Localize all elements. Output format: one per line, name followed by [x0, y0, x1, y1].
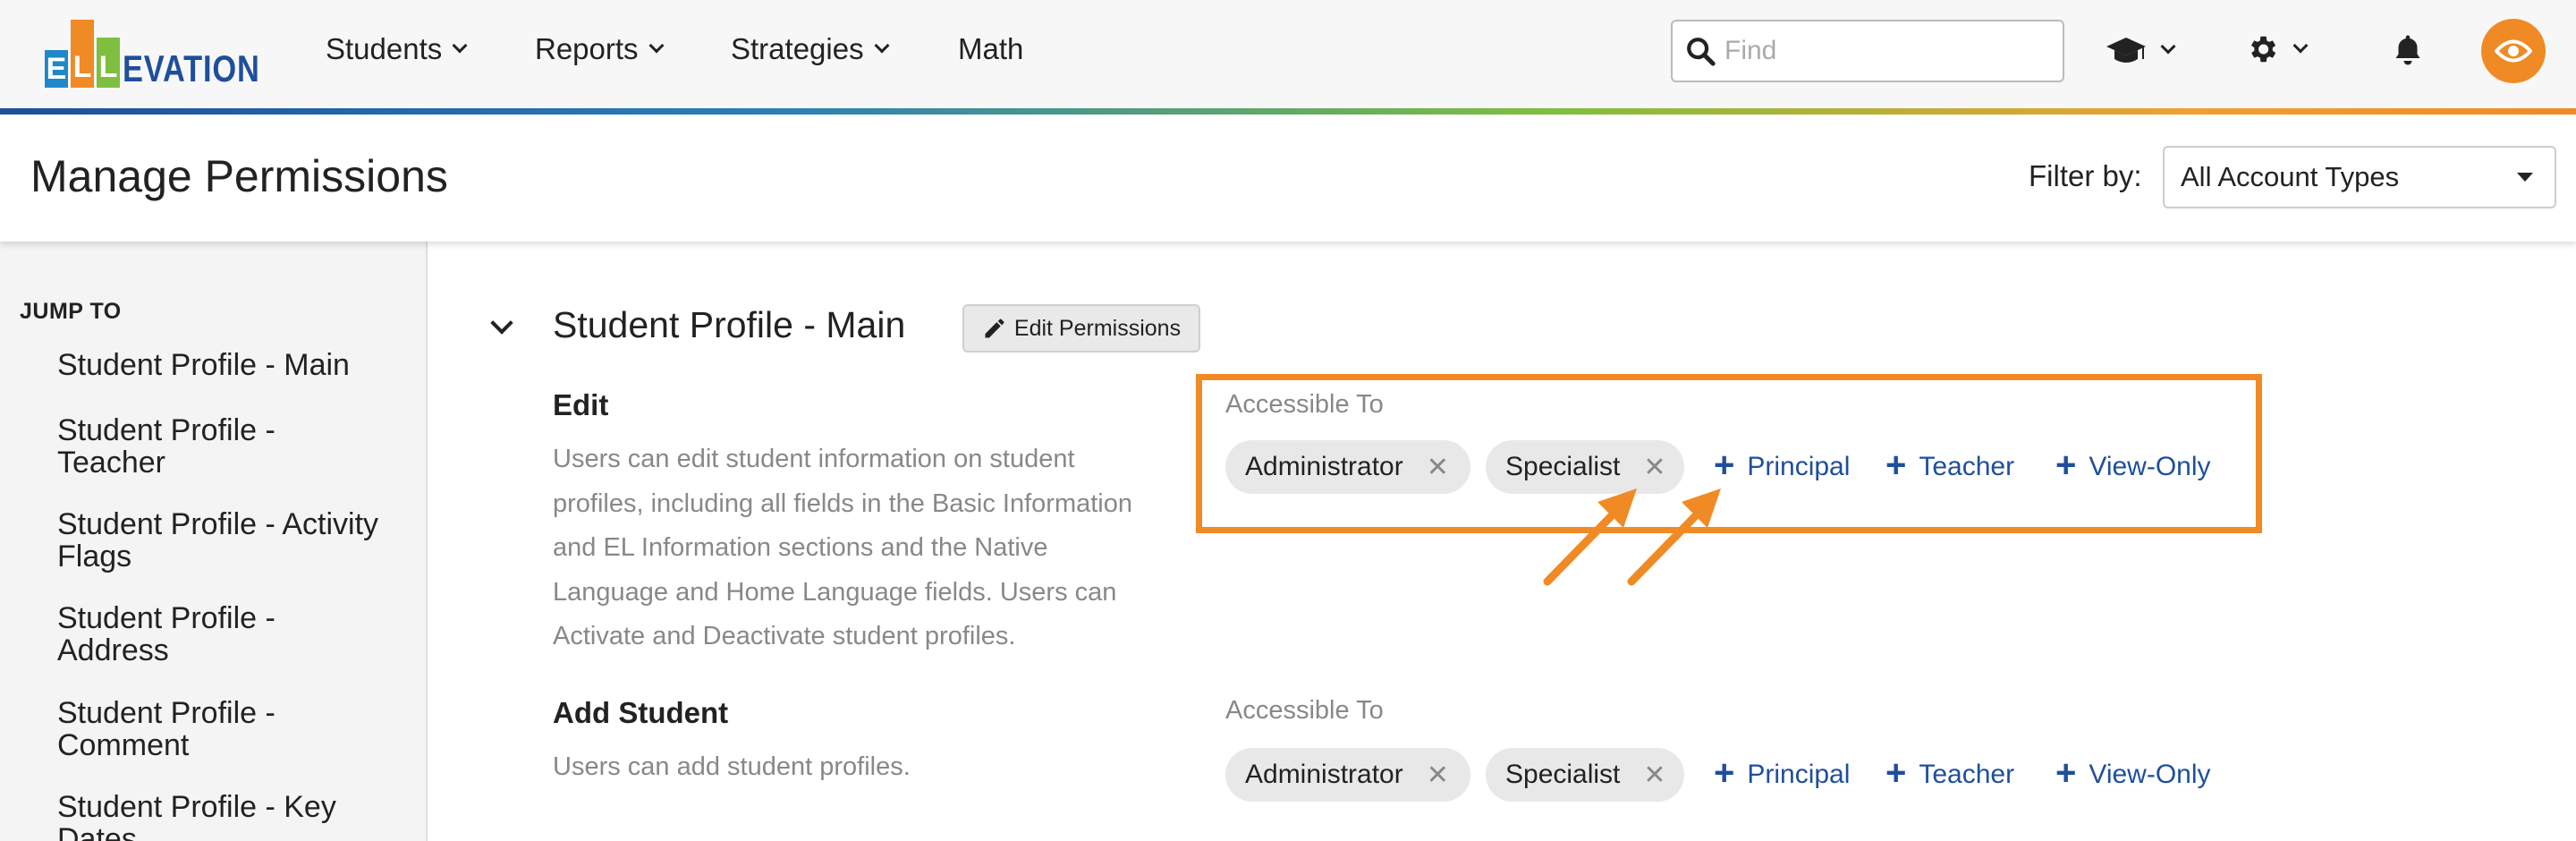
nav-reports[interactable]: Reports: [535, 32, 665, 66]
sidebar-item-student-profile-key-dates[interactable]: Student Profile - Key Dates: [57, 791, 415, 841]
description-line: Language and Home Language fields. Users…: [553, 577, 1117, 607]
logo-letter-e: E: [45, 50, 68, 88]
bell-icon: [2395, 35, 2420, 65]
remove-x-icon[interactable]: ✕: [1643, 760, 1665, 791]
sidebar-item-label-cont: Dates: [57, 822, 137, 841]
sidebar-item-label: Student Profile - Key: [57, 790, 336, 824]
plus-icon: +: [1885, 753, 1907, 793]
granted-chip-administrator: Administrator ✕: [1225, 748, 1470, 802]
plus-icon: +: [2055, 753, 2077, 793]
collapse-chevron-icon[interactable]: [490, 311, 513, 335]
search-box[interactable]: [1671, 20, 2064, 82]
sidebar-item-student-profile-teacher[interactable]: Student Profile - Teacher: [57, 414, 415, 479]
jump-to-heading: JUMP TO: [20, 299, 122, 324]
description-line: Users can add student profiles.: [553, 752, 911, 781]
logo-letter-l1: L: [71, 20, 94, 88]
filter-selected-value: All Account Types: [2181, 161, 2400, 192]
graduation-cap-icon: [2106, 38, 2146, 63]
brand-gradient-bar: [0, 108, 2576, 115]
nav-strategies-label: Strategies: [731, 32, 864, 65]
sidebar-item-student-profile-main[interactable]: Student Profile - Main: [57, 349, 415, 381]
account-type-filter-select[interactable]: All Account Types: [2163, 146, 2556, 208]
plus-icon: +: [1714, 753, 1735, 793]
sidebar-item-label: Student Profile -: [57, 696, 275, 730]
chip-label: Specialist: [1505, 760, 1621, 789]
search-input[interactable]: [1724, 36, 2055, 66]
permission-name-edit: Edit: [553, 388, 609, 421]
description-line: and EL Information sections and the Nati…: [553, 533, 1048, 562]
section-title: Student Profile - Main: [553, 304, 906, 345]
chevron-down-icon: [2292, 38, 2309, 54]
sidebar-item-label: Student Profile - Main: [57, 348, 350, 382]
sidebar-item-label-cont: Address: [57, 633, 169, 667]
chevron-down-icon: [452, 38, 468, 54]
add-option-label: Principal: [1747, 760, 1851, 789]
sidebar-item-label: Student Profile -: [57, 413, 275, 447]
edit-permissions-label: Edit Permissions: [1013, 315, 1182, 341]
logo-letter-l2: L: [97, 38, 120, 88]
sidebar-item-student-profile-activity-flags[interactable]: Student Profile - Activity Flags: [57, 508, 415, 573]
description-line: profiles, including all fields in the Ba…: [553, 488, 1132, 518]
eye-icon: [2495, 39, 2532, 63]
sidebar-item-label: Student Profile - Activity: [57, 507, 379, 541]
nav-students-label: Students: [326, 32, 443, 65]
nav-math-label: Math: [958, 32, 1024, 65]
caret-down-icon: [2517, 173, 2533, 182]
nav-math[interactable]: Math: [958, 32, 1023, 66]
sidebar-item-label: Student Profile -: [57, 601, 275, 635]
chevron-down-icon: [648, 38, 665, 54]
description-line: Users can edit student information on st…: [553, 445, 1075, 473]
jump-to-sidebar: JUMP TO Student Profile - Main Student P…: [0, 242, 428, 841]
sidebar-item-student-profile-address[interactable]: Student Profile - Address: [57, 602, 415, 667]
granted-chip-specialist: Specialist ✕: [1486, 748, 1684, 802]
add-option-label: View-Only: [2089, 760, 2211, 789]
nav-students[interactable]: Students: [326, 32, 468, 66]
logo-wordmark: EVATION: [123, 47, 260, 89]
sidebar-item-student-profile-comment[interactable]: Student Profile - Comment: [57, 697, 415, 761]
description-line: Activate and Deactivate student profiles…: [553, 622, 1016, 650]
filter-label: Filter by:: [2029, 159, 2142, 192]
ellevation-logo[interactable]: E L L EVATION: [45, 16, 290, 88]
top-navbar: E L L EVATION Students Reports Strategie…: [0, 0, 2576, 108]
page-title: Manage Permissions: [30, 151, 448, 201]
sidebar-item-label-cont: Teacher: [57, 446, 165, 480]
page-header: Manage Permissions Filter by: All Accoun…: [0, 115, 2576, 242]
sidebar-item-label-cont: Flags: [57, 539, 132, 573]
chevron-down-icon: [2160, 38, 2176, 55]
permission-description-add-student: Users can add student profiles.: [553, 745, 1179, 790]
notifications-button[interactable]: [2392, 32, 2424, 68]
gear-icon: [2250, 36, 2276, 63]
permission-description-edit: Users can edit student information on st…: [553, 437, 1179, 659]
add-view-only-link[interactable]: + View-Only: [2055, 753, 2211, 793]
settings-menu-button[interactable]: [2245, 32, 2309, 66]
pencil-icon: [985, 319, 1004, 338]
accessible-to-label: Accessible To: [1225, 696, 1384, 725]
annotation-highlight-box: [1196, 374, 2262, 533]
add-option-label: Teacher: [1919, 760, 2015, 789]
chip-label: Administrator: [1245, 760, 1403, 789]
add-teacher-link[interactable]: + Teacher: [1885, 753, 2015, 793]
edit-permissions-button[interactable]: Edit Permissions: [962, 304, 1200, 353]
search-icon: [1687, 38, 1716, 66]
permission-name-add-student: Add Student: [553, 696, 729, 729]
chevron-down-icon: [874, 38, 890, 54]
add-principal-link[interactable]: + Principal: [1714, 753, 1851, 793]
sidebar-item-label-cont: Comment: [57, 728, 190, 762]
nav-strategies[interactable]: Strategies: [731, 32, 890, 66]
nav-reports-label: Reports: [535, 32, 639, 65]
school-menu-button[interactable]: [2106, 32, 2176, 68]
remove-x-icon[interactable]: ✕: [1427, 760, 1449, 791]
view-mode-button[interactable]: [2481, 19, 2546, 83]
